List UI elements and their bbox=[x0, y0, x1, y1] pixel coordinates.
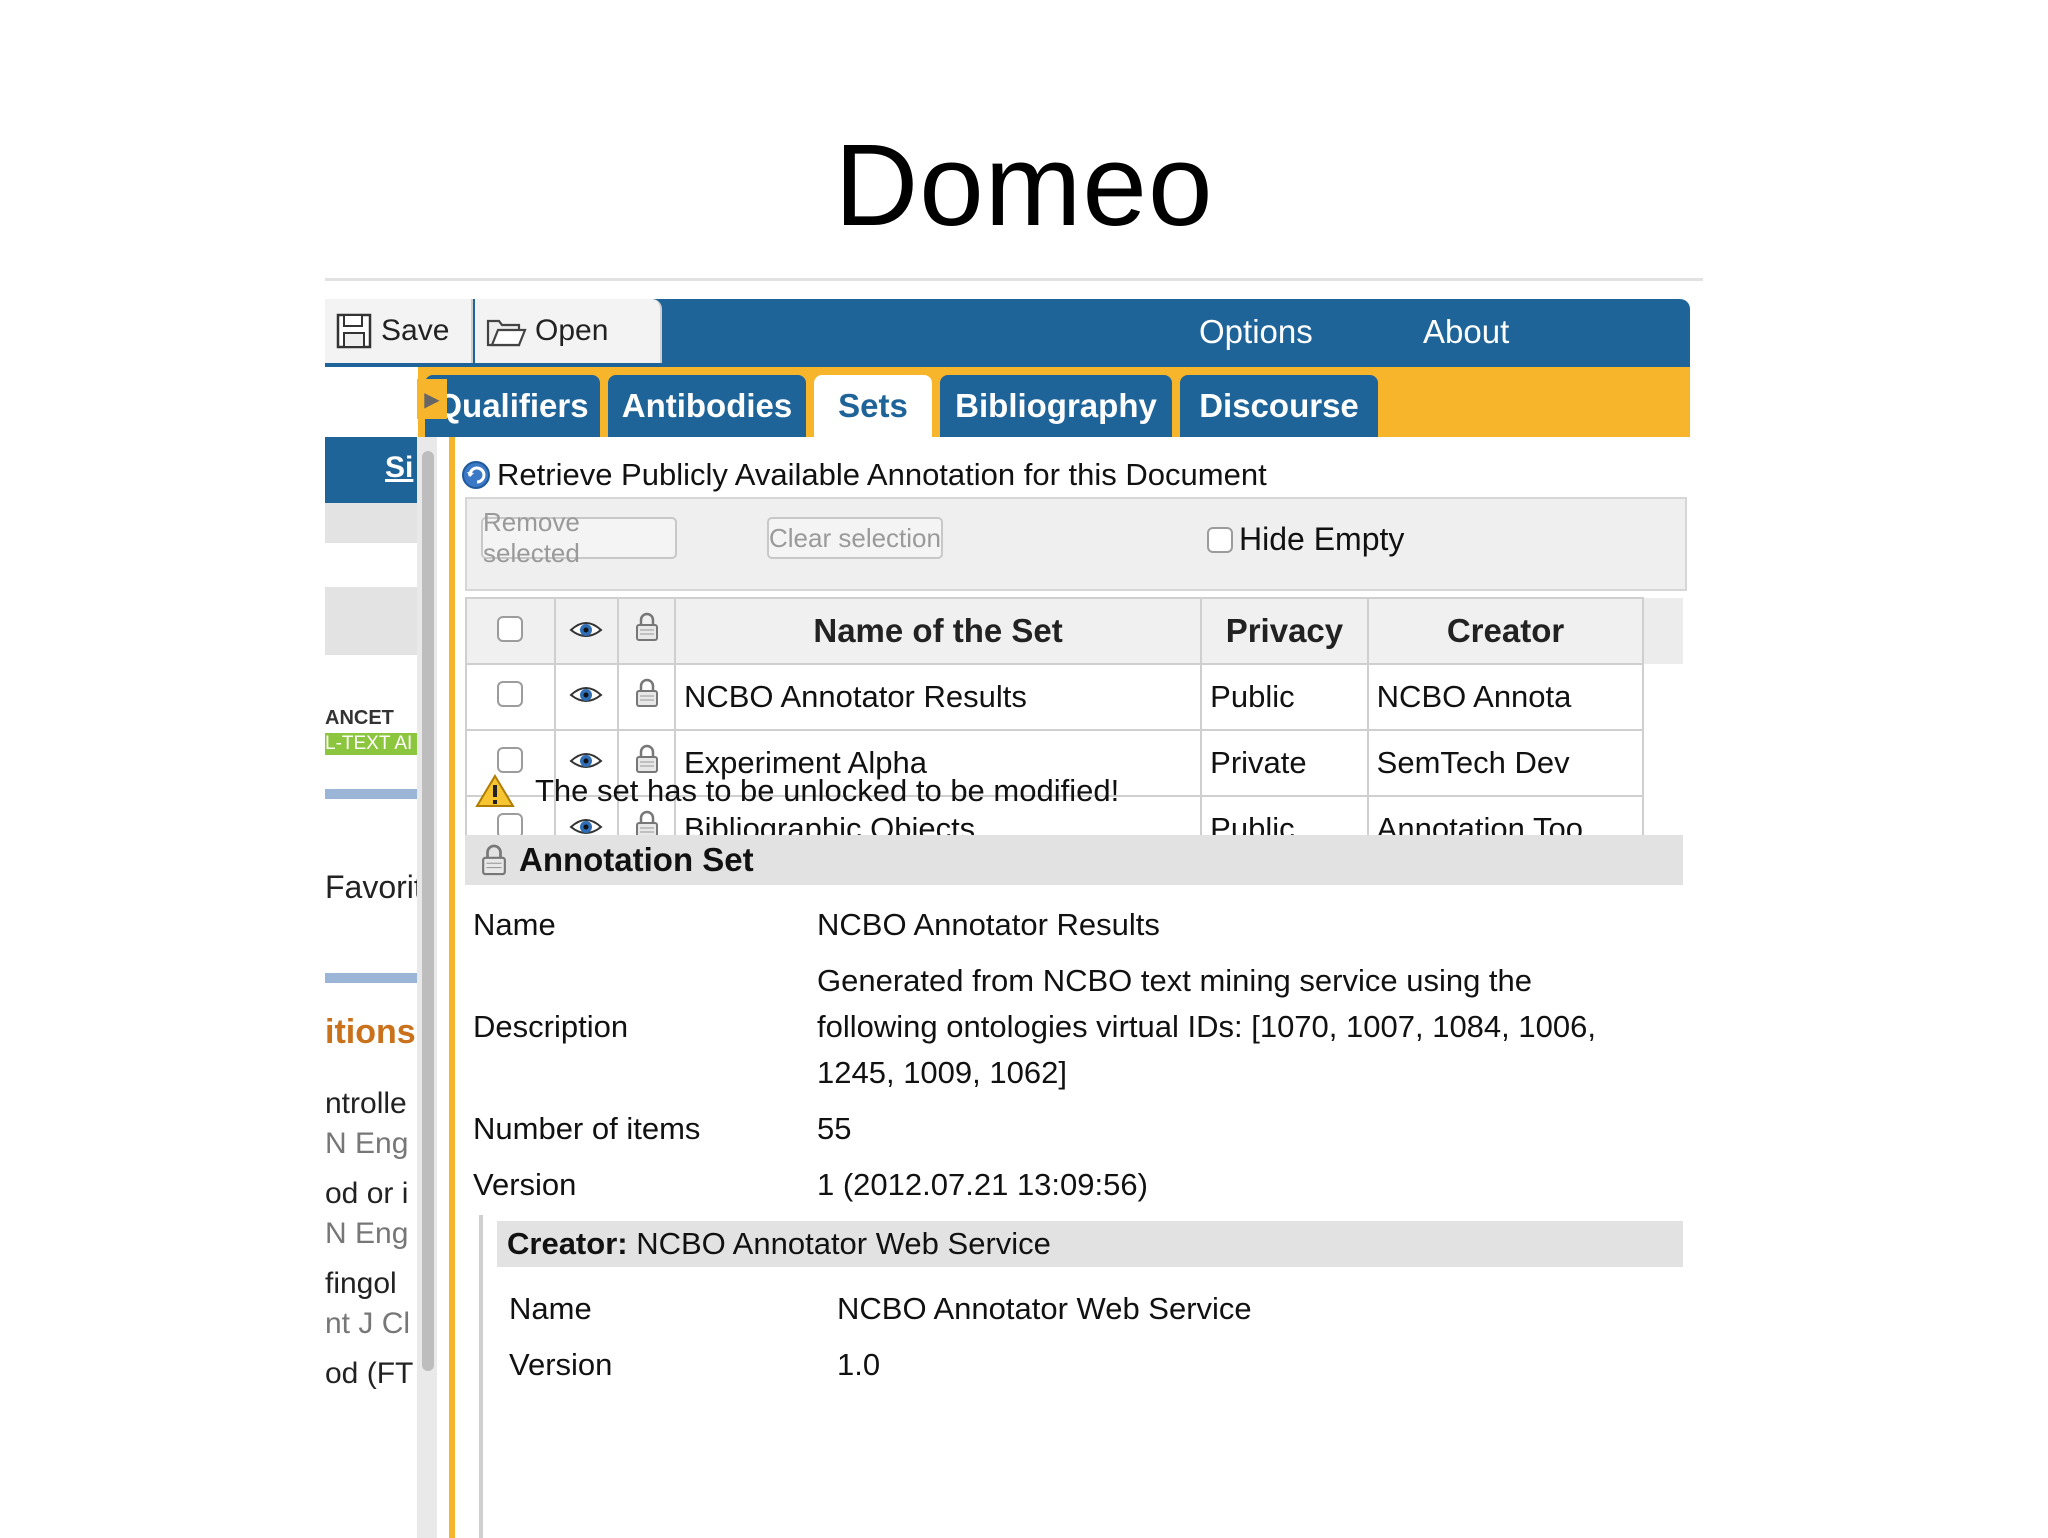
remove-selected-button[interactable]: Remove selected bbox=[481, 507, 677, 568]
description-line: following ontologies virtual IDs: [1070,… bbox=[817, 1009, 1596, 1044]
sidebar-fragment: ANCET bbox=[325, 707, 394, 729]
sidebar-fragment: nt J Cl bbox=[325, 1307, 411, 1340]
row-checkbox[interactable] bbox=[497, 681, 524, 707]
creator-head-label: Creator: bbox=[507, 1226, 628, 1261]
sidebar-fragment: N Eng bbox=[325, 1127, 409, 1160]
warning-icon bbox=[475, 774, 515, 807]
sidebar-fragment[interactable]: ntrolle bbox=[325, 1087, 417, 1121]
slide-title: Domeo bbox=[834, 120, 1214, 250]
header-name[interactable]: Name of the Set bbox=[673, 597, 1203, 665]
annotation-set-header: Annotation Set bbox=[465, 835, 1683, 885]
eye-icon[interactable] bbox=[569, 681, 603, 707]
creator-name-label: Name bbox=[509, 1291, 592, 1326]
creator-head-value: NCBO Annotator Web Service bbox=[636, 1226, 1051, 1261]
hide-empty-label: Hide Empty bbox=[1239, 521, 1405, 557]
items-label: Number of items bbox=[473, 1111, 701, 1146]
creator-cell: SemTech Dev bbox=[1366, 729, 1645, 797]
lock-icon[interactable] bbox=[635, 678, 659, 708]
creator-section: Creator: NCBO Annotator Web Service Name… bbox=[479, 1215, 1689, 1538]
sidebar-tab-fragment[interactable]: Si bbox=[385, 451, 417, 485]
refresh-icon bbox=[462, 461, 490, 489]
privacy-cell: Private bbox=[1200, 729, 1369, 797]
sidebar-fragment[interactable]: od (FT bbox=[325, 1357, 417, 1391]
eye-icon[interactable] bbox=[569, 747, 603, 773]
row-overflow bbox=[1643, 664, 1684, 730]
creator-cell: NCBO Annota bbox=[1366, 663, 1645, 731]
creator-header: Creator: NCBO Annotator Web Service bbox=[497, 1221, 1683, 1267]
lock-icon bbox=[482, 844, 506, 876]
row-visibility-cell bbox=[553, 663, 620, 731]
annotation-set-title: Annotation Set bbox=[519, 841, 754, 878]
retrieve-label: Retrieve Publicly Available Annotation f… bbox=[497, 457, 1267, 492]
visibility-header bbox=[553, 597, 620, 665]
tab-discourse[interactable]: Discourse bbox=[1180, 375, 1378, 437]
folder-open-icon bbox=[486, 319, 527, 347]
save-label: Save bbox=[381, 314, 450, 347]
lock-header bbox=[617, 597, 676, 665]
lock-warning: The set has to be unlocked to be modifie… bbox=[475, 773, 1119, 809]
sidebar-fragment[interactable]: fingol bbox=[325, 1267, 417, 1301]
set-actions-bar: Remove selected Clear selection Hide Emp… bbox=[465, 497, 1687, 591]
version-value: 1 (2012.07.21 13:09:56) bbox=[817, 1167, 1148, 1202]
left-sidebar: Si ANCET L-TEXT AI Favorit itions ntroll… bbox=[325, 437, 417, 1538]
row-select-cell bbox=[465, 663, 556, 731]
select-all-cell bbox=[465, 597, 556, 665]
items-value: 55 bbox=[817, 1111, 852, 1146]
name-value: NCBO Annotator Results bbox=[817, 907, 1160, 942]
header-privacy[interactable]: Privacy bbox=[1200, 597, 1369, 665]
tab-qualifiers[interactable]: Qualifiers bbox=[425, 375, 600, 437]
description-line: 1245, 1009, 1062] bbox=[817, 1055, 1067, 1090]
tab-antibodies[interactable]: Antibodies bbox=[608, 375, 806, 437]
creator-version-value: 1.0 bbox=[837, 1347, 881, 1382]
tab-bibliography[interactable]: Bibliography bbox=[940, 375, 1172, 437]
header-overflow bbox=[1643, 598, 1684, 664]
sidebar-fragment[interactable]: Favorit bbox=[325, 869, 417, 906]
row-overflow bbox=[1643, 730, 1684, 796]
tab-bar: Qualifiers Antibodies Sets Bibliography … bbox=[418, 367, 1690, 437]
sets-panel: Retrieve Publicly Available Annotation f… bbox=[455, 437, 1690, 1538]
description-label: Description bbox=[473, 1009, 629, 1044]
open-button[interactable]: Open bbox=[475, 299, 662, 363]
eye-icon bbox=[569, 622, 603, 637]
creator-name-value: NCBO Annotator Web Service bbox=[837, 1291, 1252, 1326]
description-line: Generated from NCBO text mining service … bbox=[817, 963, 1533, 998]
sidebar-fragment[interactable]: od or i bbox=[325, 1177, 417, 1211]
version-label: Version bbox=[473, 1167, 577, 1202]
warning-text: The set has to be unlocked to be modifie… bbox=[535, 773, 1120, 808]
sidebar-scrollbar-thumb[interactable] bbox=[422, 451, 434, 1371]
privacy-cell: Public bbox=[1200, 663, 1369, 731]
clear-selection-button[interactable]: Clear selection bbox=[767, 517, 943, 559]
row-lock-cell bbox=[617, 663, 676, 731]
open-label: Open bbox=[535, 314, 609, 347]
lock-icon bbox=[635, 612, 658, 641]
top-toolbar: Save Open Options About bbox=[325, 299, 1690, 367]
save-button[interactable]: Save bbox=[325, 299, 473, 363]
sidebar-fragment: N Eng bbox=[325, 1217, 409, 1250]
tab-sets[interactable]: Sets bbox=[814, 375, 932, 437]
hide-empty-checkbox[interactable] bbox=[1207, 526, 1233, 553]
floppy-icon bbox=[336, 313, 372, 349]
select-all-checkbox[interactable] bbox=[497, 616, 524, 642]
collapse-arrow-icon[interactable]: ▶ bbox=[417, 379, 447, 419]
sets-table: Name of the Set Privacy Creator NCBO Ann… bbox=[465, 597, 1685, 863]
creator-version-label: Version bbox=[509, 1347, 613, 1382]
domeo-window: Save Open Options About Qualifiers Antib… bbox=[325, 278, 1703, 1538]
set-name-cell: NCBO Annotator Results bbox=[673, 663, 1203, 731]
table-header-row: Name of the Set Privacy Creator bbox=[465, 597, 1684, 665]
lock-icon[interactable] bbox=[635, 744, 659, 774]
table-row[interactable]: NCBO Annotator Results Public NCBO Annot… bbox=[465, 663, 1684, 731]
options-link[interactable]: Options bbox=[1199, 313, 1313, 351]
sidebar-fragment: L-TEXT AI bbox=[325, 733, 417, 755]
retrieve-link[interactable]: Retrieve Publicly Available Annotation f… bbox=[461, 457, 1267, 493]
header-creator[interactable]: Creator bbox=[1366, 597, 1645, 665]
hide-empty-toggle[interactable]: Hide Empty bbox=[1207, 521, 1404, 558]
sidebar-fragment: itions bbox=[325, 1013, 416, 1051]
row-checkbox[interactable] bbox=[497, 747, 524, 773]
name-label: Name bbox=[473, 907, 556, 942]
about-link[interactable]: About bbox=[1423, 313, 1509, 351]
